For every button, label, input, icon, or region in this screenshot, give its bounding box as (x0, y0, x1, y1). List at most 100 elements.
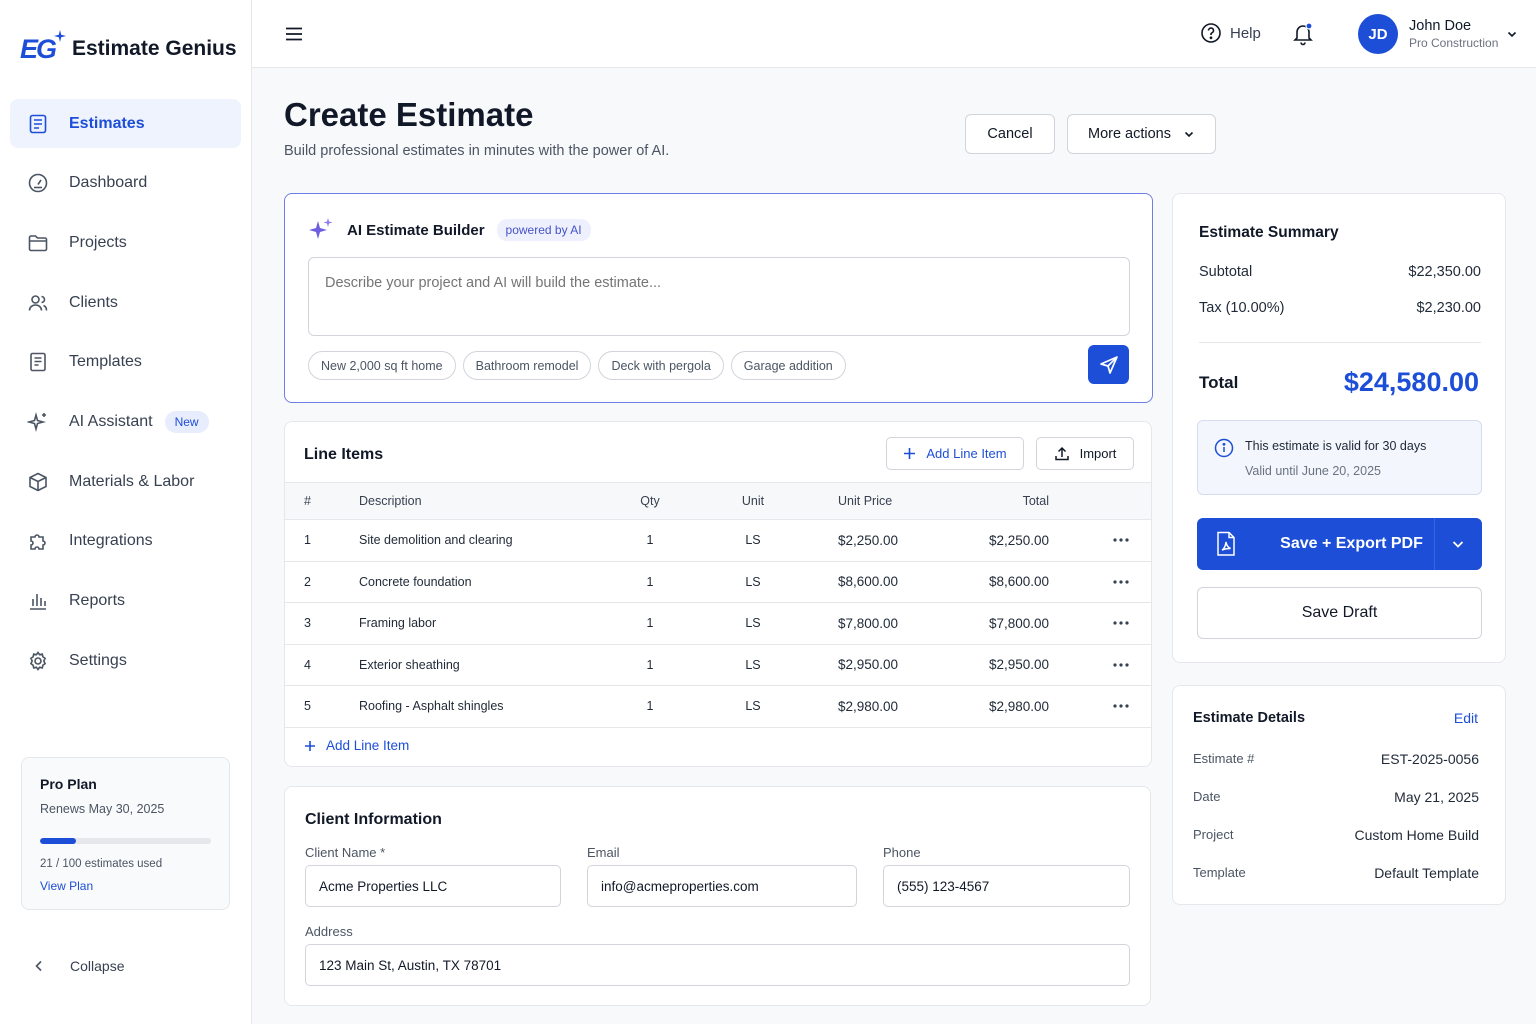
row-qty: 1 (646, 533, 654, 548)
table-row[interactable]: 4 Exterior sheathing 1 LS $2,950.00 $2,9… (285, 645, 1151, 686)
project-description-input[interactable] (308, 257, 1130, 336)
row-qty: 1 (646, 574, 654, 589)
phone-field[interactable] (883, 865, 1130, 907)
cancel-button[interactable]: Cancel (965, 114, 1055, 154)
row-menu-button[interactable] (1113, 520, 1129, 561)
chevron-down-icon[interactable] (1451, 537, 1465, 551)
ai-estimate-builder: AI Estimate Builder powered by AI New 2,… (284, 193, 1153, 403)
total-value: $24,580.00 (1343, 367, 1479, 397)
collapse-sidebar-button[interactable]: Collapse (32, 958, 124, 974)
app-logo[interactable]: EG Estimate Genius (20, 30, 237, 66)
sparkle-icon (54, 30, 66, 42)
row-unit-price: $2,980.00 (838, 698, 899, 714)
row-total: $2,250.00 (988, 532, 1049, 548)
table-row[interactable]: 2 Concrete foundation 1 LS $8,600.00 $8,… (285, 562, 1151, 603)
save-export-pdf-label: Save + Export PDF (1280, 535, 1423, 552)
pdf-file-icon (1217, 531, 1235, 556)
tax-value: $2,230.00 (1416, 300, 1481, 316)
detail-label: Template (1193, 865, 1246, 880)
suggestion-chip[interactable]: Bathroom remodel (462, 351, 592, 380)
row-total: $8,600.00 (988, 574, 1049, 590)
more-actions-button[interactable]: More actions (1067, 114, 1216, 154)
row-number: 1 (304, 533, 311, 548)
sidebar-item-dashboard[interactable]: Dashboard (10, 159, 241, 208)
user-info: John Doe Pro Construction (1409, 18, 1498, 50)
sparkles-icon (309, 218, 333, 239)
sidebar-item-ai-assistant[interactable]: AI Assistant New (10, 397, 241, 446)
save-draft-button[interactable]: Save Draft (1197, 587, 1482, 639)
chevron-down-icon (1184, 131, 1194, 138)
client-name-label: Client Name * (305, 845, 386, 860)
sidebar-item-integrations[interactable]: Integrations (10, 517, 241, 566)
sidebar-item-settings[interactable]: Settings (10, 636, 241, 685)
more-actions-label: More actions (1087, 126, 1171, 142)
table-row[interactable]: 5 Roofing - Asphalt shingles 1 LS $2,980… (285, 686, 1151, 728)
button-separator (1434, 518, 1435, 570)
sidebar-item-reports[interactable]: Reports (10, 577, 241, 626)
add-line-item-button[interactable]: Add Line Item (886, 437, 1024, 470)
estimate-details-title: Estimate Details (1193, 710, 1306, 726)
detail-value: Custom Home Build (1354, 827, 1480, 843)
estimate-summary-card: Estimate Summary Subtotal $22,350.00 Tax… (1172, 193, 1506, 663)
email-field[interactable] (587, 865, 857, 907)
email-label: Email (587, 845, 620, 860)
more-horizontal-icon (1113, 538, 1129, 542)
sidebar-item-label: Projects (69, 233, 127, 251)
sidebar-item-templates[interactable]: Templates (10, 338, 241, 387)
validity-text: This estimate is valid for 30 days (1245, 439, 1427, 453)
menu-toggle-button[interactable] (284, 24, 304, 44)
tax-row: Tax (10.00%) $2,230.00 (1199, 300, 1481, 316)
row-menu-button[interactable] (1113, 645, 1129, 686)
suggestion-chip[interactable]: Deck with pergola (598, 351, 724, 380)
sidebar-item-projects[interactable]: Projects (10, 218, 241, 267)
page-subtitle: Build professional estimates in minutes … (284, 143, 670, 159)
user-menu[interactable]: JD John Doe Pro Construction (1358, 14, 1518, 54)
tax-label: Tax (10.00%) (1199, 300, 1285, 316)
notifications-button[interactable] (1292, 22, 1314, 46)
sidebar-nav: Estimates Dashboard Projects Clients Tem… (10, 99, 241, 696)
sidebar-item-label: Dashboard (69, 174, 148, 192)
user-name: John Doe (1409, 18, 1472, 34)
sidebar-item-estimates[interactable]: Estimates (10, 99, 241, 148)
add-line-item-link[interactable]: Add Line Item (304, 738, 409, 753)
table-row[interactable]: 1 Site demolition and clearing 1 LS $2,2… (285, 520, 1151, 562)
validity-notice: This estimate is valid for 30 days Valid… (1197, 420, 1482, 495)
folder-icon (28, 235, 48, 252)
app-name: Estimate Genius (72, 37, 237, 60)
view-plan-link[interactable]: View Plan (40, 879, 211, 893)
table-row[interactable]: 3 Framing labor 1 LS $7,800.00 $7,800.00 (285, 603, 1151, 645)
client-name-field[interactable] (305, 865, 561, 907)
row-menu-button[interactable] (1113, 603, 1129, 644)
row-unit-price: $2,250.00 (838, 532, 899, 548)
info-icon (1214, 438, 1234, 458)
sidebar-item-materials-labor[interactable]: Materials & Labor (10, 457, 241, 506)
import-button[interactable]: Import (1036, 437, 1134, 470)
save-export-pdf-button[interactable]: Save + Export PDF (1197, 518, 1482, 570)
line-items-title: Line Items (304, 446, 384, 463)
suggestion-chips: New 2,000 sq ft home Bathroom remodel De… (308, 351, 853, 380)
user-company: Pro Construction (1409, 36, 1499, 50)
sidebar-item-clients[interactable]: Clients (10, 278, 241, 327)
sidebar-item-label: Reports (69, 592, 126, 609)
row-qty: 1 (646, 699, 654, 714)
sidebar-item-label: Materials & Labor (69, 472, 195, 490)
row-menu-button[interactable] (1113, 562, 1129, 603)
send-button[interactable] (1088, 345, 1129, 384)
edit-details-link[interactable]: Edit (1454, 710, 1478, 726)
suggestion-chip[interactable]: Garage addition (730, 351, 846, 380)
address-field[interactable] (305, 944, 1130, 986)
row-menu-button[interactable] (1113, 686, 1129, 727)
plus-icon (305, 740, 315, 751)
sparkles-icon (27, 411, 47, 432)
column-header: Unit (741, 494, 765, 508)
chevron-down-icon (1508, 31, 1517, 38)
column-header: Qty (640, 494, 660, 508)
page-title: Create Estimate (284, 96, 534, 133)
column-header: Unit Price (838, 494, 893, 508)
subtotal-label: Subtotal (1199, 264, 1253, 280)
new-badge: New (164, 410, 209, 433)
row-unit-price: $8,600.00 (838, 574, 899, 590)
row-qty: 1 (646, 616, 654, 631)
help-button[interactable]: Help (1200, 22, 1261, 44)
suggestion-chip[interactable]: New 2,000 sq ft home (308, 351, 456, 380)
